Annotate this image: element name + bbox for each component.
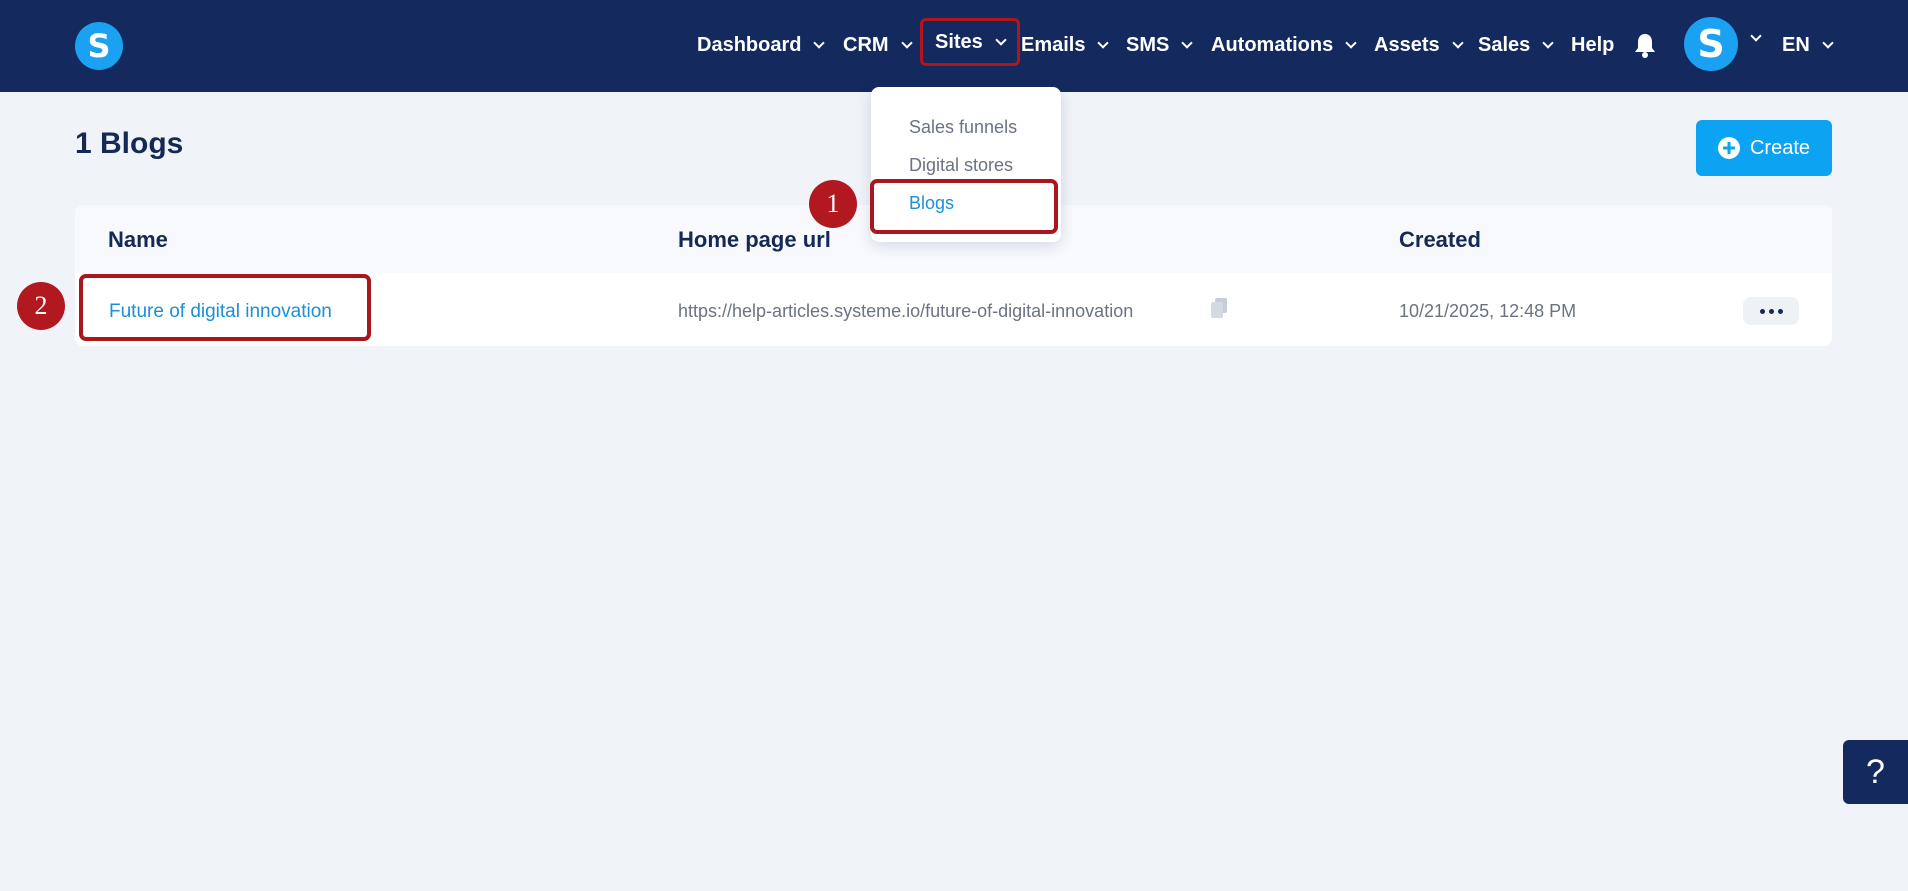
page-title: 1 Blogs — [75, 127, 184, 160]
nav-emails-label: Emails — [1021, 33, 1086, 56]
language-selector[interactable]: EN — [1782, 26, 1834, 64]
more-actions-button[interactable] — [1743, 297, 1799, 325]
chevron-down-icon — [813, 36, 826, 49]
language-label: EN — [1782, 33, 1810, 56]
column-header-url: Home page url — [678, 227, 831, 252]
nav-dashboard[interactable]: Dashboard — [697, 26, 826, 64]
nav-sales-label: Sales — [1478, 33, 1531, 56]
annotation-badge-1: 1 — [809, 180, 857, 228]
dropdown-item-sales-funnels[interactable]: Sales funnels — [909, 117, 1017, 138]
nav-sms-label: SMS — [1126, 33, 1170, 56]
help-question-mark: ? — [1866, 752, 1885, 791]
nav-sms[interactable]: SMS — [1126, 26, 1194, 64]
blog-url: https://help-articles.systeme.io/future-… — [678, 301, 1134, 321]
annotation-badge-2: 2 — [17, 282, 65, 330]
nav-help[interactable]: Help — [1571, 26, 1614, 64]
column-header-name: Name — [108, 227, 168, 252]
chevron-down-icon — [1097, 36, 1110, 49]
nav-automations[interactable]: Automations — [1211, 26, 1357, 64]
nav-assets-label: Assets — [1374, 33, 1440, 56]
nav-automations-label: Automations — [1211, 33, 1334, 56]
chevron-down-icon — [1181, 36, 1194, 49]
avatar[interactable]: S — [1684, 17, 1738, 71]
more-dot — [1768, 308, 1774, 314]
nav-sites-label: Sites — [935, 30, 983, 53]
copy-icon[interactable] — [1211, 298, 1227, 318]
chevron-down-icon — [1542, 36, 1554, 49]
chevron-down-icon — [995, 33, 1007, 46]
bell-icon[interactable] — [1634, 32, 1656, 58]
main-nav: Dashboard CRM Sites Emails SMS Automatio… — [0, 0, 1908, 92]
chevron-down-icon — [1451, 36, 1464, 49]
plus-circle-icon — [1717, 137, 1740, 159]
help-widget-button[interactable]: ? — [1843, 740, 1908, 804]
top-navbar: S Dashboard CRM Sites Emails SMS Automat… — [0, 0, 1908, 92]
chevron-down-icon — [1822, 36, 1834, 49]
nav-crm[interactable]: CRM — [843, 26, 913, 64]
nav-sites[interactable]: Sites — [920, 18, 1020, 66]
dropdown-item-digital-stores[interactable]: Digital stores — [909, 155, 1013, 176]
avatar-letter: S — [1697, 22, 1725, 66]
more-dot — [1777, 308, 1783, 314]
nav-crm-label: CRM — [843, 33, 889, 56]
blog-created-date: 10/21/2025, 12:48 PM — [1399, 301, 1577, 321]
annotation-box-blog-name — [79, 274, 371, 341]
nav-assets[interactable]: Assets — [1374, 26, 1464, 64]
nav-help-label: Help — [1571, 33, 1615, 56]
annotation-box-blogs — [870, 179, 1058, 234]
create-button[interactable]: Create — [1696, 120, 1832, 176]
nav-dashboard-label: Dashboard — [697, 33, 802, 56]
column-header-created: Created — [1399, 227, 1481, 252]
create-button-label: Create — [1749, 136, 1811, 159]
nav-emails[interactable]: Emails — [1021, 26, 1110, 64]
chevron-down-icon[interactable] — [1750, 30, 1762, 42]
more-dot — [1759, 308, 1765, 314]
chevron-down-icon — [1345, 36, 1357, 49]
chevron-down-icon — [900, 36, 913, 49]
nav-sales[interactable]: Sales — [1478, 26, 1554, 64]
